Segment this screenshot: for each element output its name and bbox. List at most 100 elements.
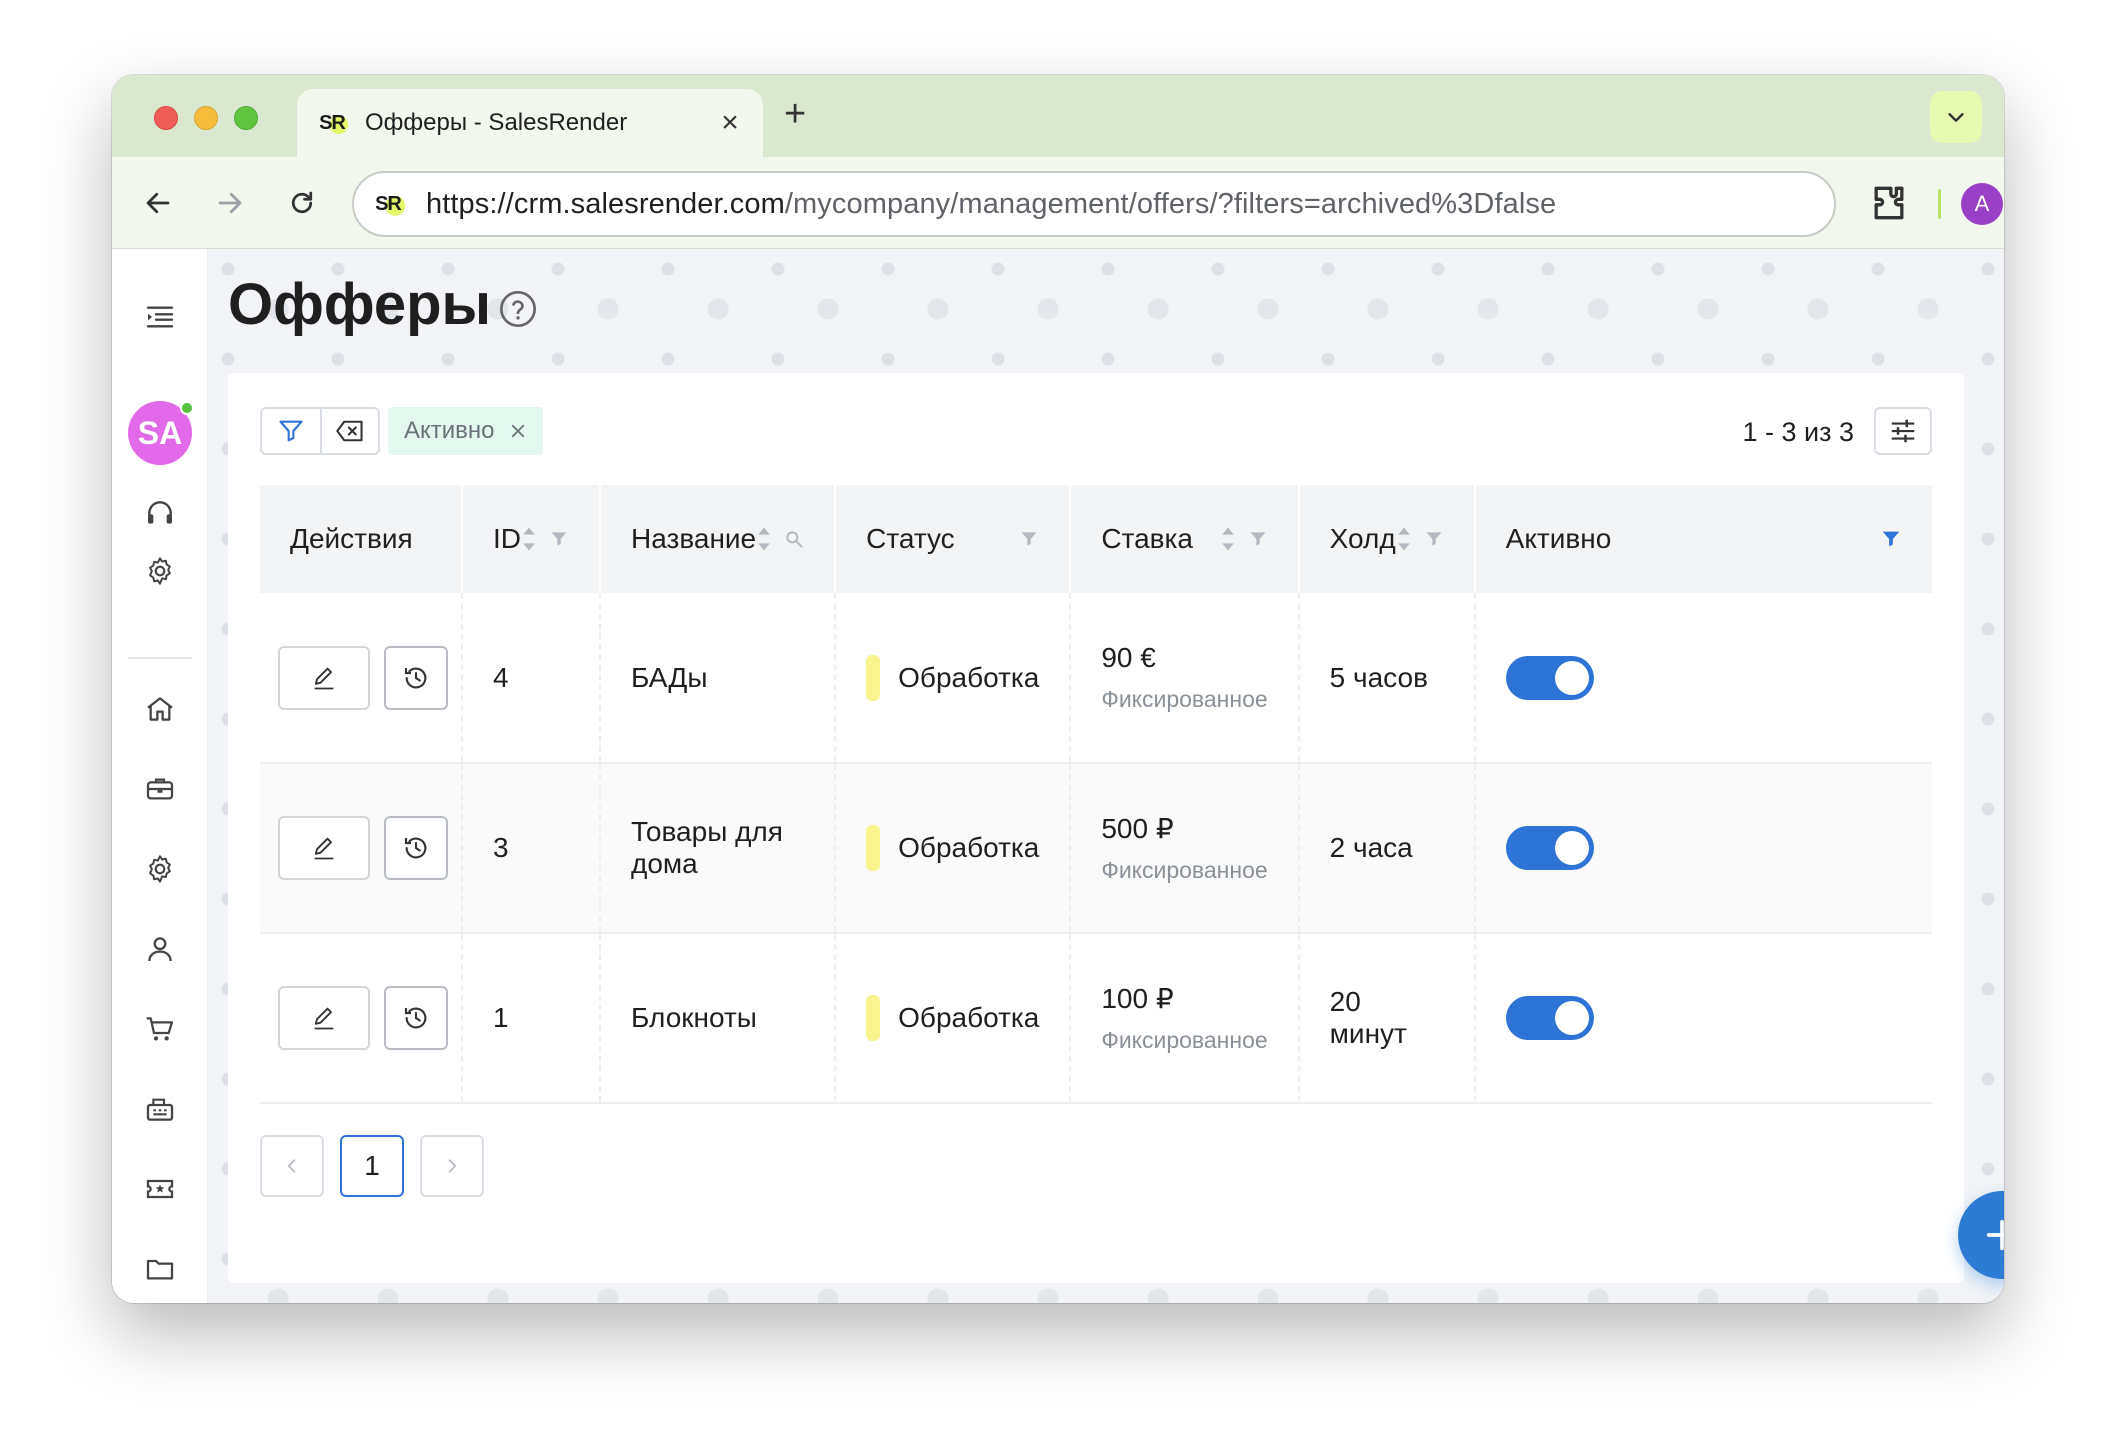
filter-icon[interactable] (1248, 529, 1268, 549)
sidebar-item-settings[interactable] (138, 549, 182, 593)
sidebar-item-management[interactable] (138, 847, 182, 891)
chip-label: Активно (404, 417, 495, 444)
next-page-button[interactable] (420, 1135, 484, 1197)
prev-page-button[interactable] (260, 1135, 324, 1197)
status-cell: Обработка (835, 763, 1072, 934)
browser-toolbar: SR https://crm.salesrender.com/mycompany… (112, 157, 2004, 249)
header-label: Название (631, 523, 757, 554)
filter-icon[interactable] (1880, 528, 1902, 550)
active-cell (1474, 933, 1932, 1104)
page-button-current[interactable]: 1 (340, 1135, 404, 1197)
actions-cell (260, 763, 463, 934)
name-cell: Товары для дома (600, 763, 837, 934)
column-hold[interactable]: Холд (1298, 485, 1476, 593)
edit-button[interactable] (278, 645, 370, 710)
tab-search-button[interactable] (1930, 91, 1982, 143)
back-arrow-icon (146, 192, 170, 214)
column-rate[interactable]: Ставка (1070, 485, 1300, 593)
history-button[interactable] (384, 645, 448, 710)
sidebar-item-orders[interactable] (138, 1007, 182, 1051)
minimize-window-button[interactable] (194, 106, 218, 130)
sidebar-item-home[interactable] (138, 687, 182, 731)
profile-avatar[interactable]: A (1961, 183, 2003, 225)
sort-icon[interactable] (521, 526, 537, 552)
add-offer-button[interactable] (1958, 1191, 2004, 1279)
rate-value: 100 ₽ (1101, 983, 1174, 1014)
sort-icon[interactable] (1396, 526, 1412, 552)
menu-toggle-button[interactable] (138, 295, 182, 339)
filter-button[interactable] (262, 409, 320, 453)
active-cell (1474, 763, 1932, 934)
rate-cell: 100 ₽ Фиксированное (1070, 933, 1300, 1104)
column-active[interactable]: Активно (1474, 485, 1932, 593)
reload-button[interactable] (280, 181, 324, 225)
briefcase-icon (146, 778, 174, 800)
toolbar-separator (1938, 189, 1941, 219)
chevron-left-icon (287, 1159, 296, 1173)
register-icon (146, 1098, 174, 1121)
sort-icon[interactable] (1220, 526, 1236, 552)
plus-icon (1986, 1219, 2004, 1251)
site-favicon-icon: SR (370, 186, 406, 222)
sidebar-item-work[interactable] (138, 767, 182, 811)
back-button[interactable] (136, 181, 180, 225)
url-text[interactable]: https://crm.salesrender.com/mycompany/ma… (426, 188, 1556, 221)
salesrender-logo-icon: SR (315, 106, 349, 140)
sort-icon[interactable] (756, 526, 772, 552)
hold-cell: 2 часа (1298, 763, 1476, 934)
new-tab-button[interactable]: + (784, 93, 806, 136)
active-filter-chip[interactable]: Активно (388, 407, 543, 455)
id-cell: 1 (462, 933, 601, 1104)
close-window-button[interactable] (154, 106, 178, 130)
address-bar[interactable]: SR https://crm.salesrender.com/mycompany… (352, 171, 1836, 237)
table-row: 3 Товары для дома Обработка 500 ₽ Фиксиро… (260, 763, 1932, 934)
header-label: Действия (290, 523, 413, 554)
browser-tab[interactable]: SR Офферы - SalesRender × (297, 89, 763, 157)
search-icon[interactable] (784, 529, 804, 549)
header-label: Холд (1329, 523, 1396, 554)
actions-cell (260, 933, 463, 1104)
active-toggle[interactable] (1505, 655, 1594, 700)
column-id[interactable]: ID (462, 485, 601, 593)
close-icon[interactable] (509, 422, 527, 440)
close-icon[interactable]: × (715, 106, 745, 140)
chevron-right-icon (448, 1159, 457, 1173)
history-button[interactable] (384, 816, 448, 880)
reload-icon (291, 191, 313, 214)
help-icon[interactable] (498, 289, 538, 329)
status-indicator (866, 825, 881, 871)
edit-button[interactable] (278, 986, 370, 1050)
extensions-icon[interactable] (1867, 181, 1911, 225)
filter-icon[interactable] (1019, 529, 1039, 549)
filter-icon[interactable] (1424, 529, 1444, 549)
hold-cell: 5 часов (1298, 593, 1476, 764)
gear-icon (149, 855, 171, 883)
sidebar: SA (112, 249, 208, 1303)
column-status[interactable]: Статус (835, 485, 1072, 593)
column-name[interactable]: Название (600, 485, 837, 593)
edit-button[interactable] (278, 816, 370, 880)
active-toggle[interactable] (1505, 826, 1594, 870)
offers-card: Активно 1 - 3 из 3 Действия ID Название … (228, 373, 1964, 1283)
active-toggle[interactable] (1505, 996, 1594, 1040)
columns-settings-button[interactable] (1874, 407, 1932, 455)
chevron-down-icon (1948, 113, 1964, 122)
clear-filters-button[interactable] (320, 409, 378, 453)
sidebar-item-users[interactable] (138, 927, 182, 971)
forward-button[interactable] (208, 181, 252, 225)
sidebar-item-support[interactable] (138, 491, 182, 535)
status-cell: Обработка (835, 933, 1072, 1104)
maximize-window-button[interactable] (234, 106, 258, 130)
sidebar-item-files[interactable] (138, 1247, 182, 1291)
column-actions: Действия (260, 485, 463, 593)
sidebar-item-register[interactable] (138, 1087, 182, 1131)
history-clock-icon (404, 837, 427, 859)
browser-window: SR Офферы - SalesRender × + SR https://c… (112, 75, 2004, 1303)
sidebar-item-promo[interactable] (138, 1167, 182, 1211)
rate-value: 500 ₽ (1101, 813, 1174, 844)
name-cell: БАДы (600, 593, 837, 764)
backspace-icon (336, 420, 363, 442)
menu-icon (146, 306, 174, 328)
filter-icon[interactable] (549, 529, 569, 549)
history-button[interactable] (384, 986, 448, 1050)
